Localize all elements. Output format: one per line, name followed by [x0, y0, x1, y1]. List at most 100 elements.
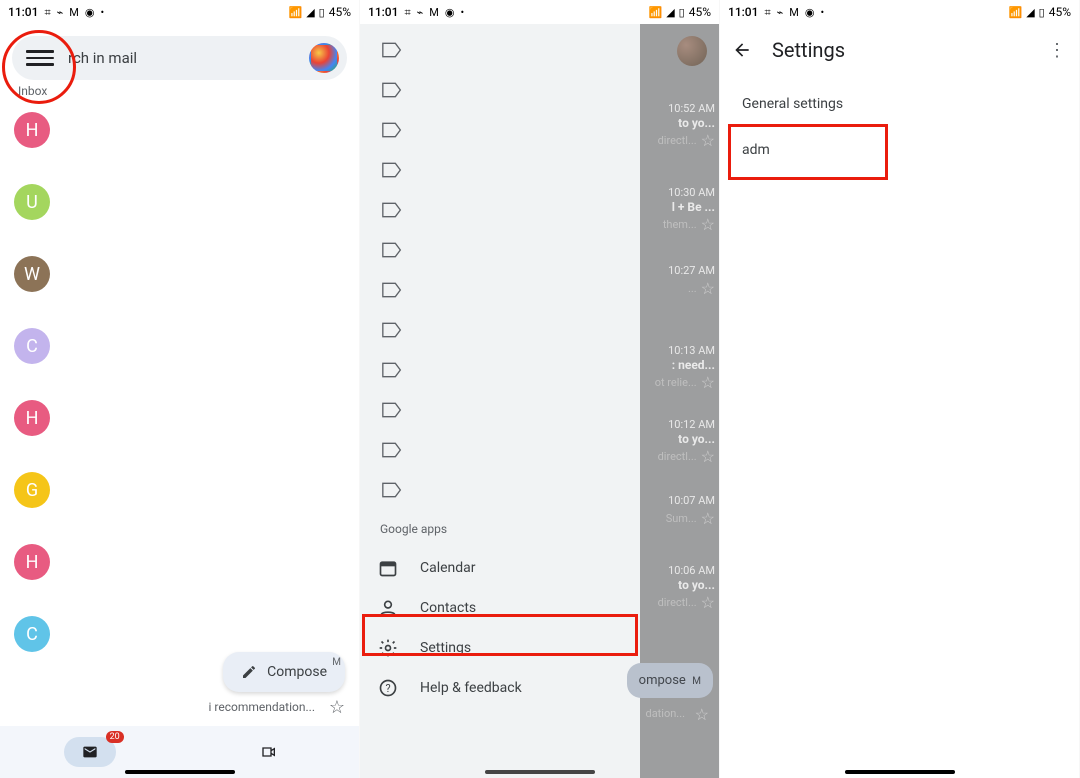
star-icon[interactable]: ☆: [701, 279, 715, 298]
star-icon[interactable]: ☆: [701, 509, 715, 528]
dot-icon: •: [461, 7, 465, 18]
label-icon[interactable]: [382, 242, 402, 258]
status-app-icons: ⌗ ⌁ M ◉ •: [764, 7, 824, 18]
gesture-bar: [845, 770, 955, 774]
gesture-bar: [125, 770, 235, 774]
settings-icon: [378, 638, 398, 658]
mail-peek: 10:13 AM: need...ot relie...☆: [655, 344, 715, 392]
svg-text:?: ?: [385, 682, 390, 695]
drawer-label: Contacts: [420, 600, 476, 616]
label-icon[interactable]: [382, 82, 402, 98]
account-avatar-peek: [677, 36, 707, 66]
signal-icon: ◢: [1026, 7, 1034, 18]
gmail-m-icon: M: [69, 7, 79, 18]
sender-avatar[interactable]: C: [14, 328, 50, 364]
sender-avatar[interactable]: G: [14, 472, 50, 508]
page-title: Settings: [772, 38, 845, 62]
star-icon[interactable]: ☆: [329, 697, 345, 718]
label-list: [360, 42, 640, 498]
star-icon[interactable]: ☆: [701, 215, 715, 234]
search-bar[interactable]: rch in mail: [12, 36, 347, 80]
compose-button[interactable]: Compose: [223, 652, 345, 692]
mail-peek: 10:30 AMl + Be ...them...☆: [663, 186, 715, 234]
drawer-item-settings[interactable]: Settings: [360, 628, 640, 668]
account-avatar[interactable]: [309, 43, 339, 73]
drawer-label: Calendar: [420, 560, 476, 576]
status-time: 11:01: [728, 5, 758, 19]
sender-avatar[interactable]: W: [14, 256, 50, 292]
battery-icon: ▯: [1039, 7, 1045, 18]
screen-drawer: 11:01 ⌗ ⌁ M ◉ • 📶 ◢ ▯ 45%: [360, 0, 720, 778]
drawer-item-contacts[interactable]: Contacts: [360, 588, 640, 628]
mail-tab[interactable]: 20: [64, 737, 116, 767]
dot-icon: •: [101, 7, 105, 18]
search-placeholder: rch in mail: [68, 49, 309, 67]
overflow-button[interactable]: ⋮: [1045, 40, 1069, 61]
maps-icon: ◉: [85, 7, 95, 18]
drawer-section-header: Google apps: [380, 522, 640, 536]
status-right: 📶 ◢ ▯ 45%: [1008, 5, 1071, 19]
label-icon[interactable]: [382, 482, 402, 498]
wifi-icon: 📶: [288, 7, 302, 18]
inbox-label: Inbox: [18, 84, 359, 98]
video-icon: [258, 744, 280, 760]
slack-icon: ⌗: [764, 7, 770, 18]
tab-marker: M: [332, 657, 341, 668]
compose-label: Compose: [267, 664, 327, 680]
label-icon[interactable]: [382, 362, 402, 378]
drawer-item-help[interactable]: ? Help & feedback: [360, 668, 640, 708]
status-app-icons: ⌗ ⌁ M ◉ •: [404, 7, 464, 18]
meet-tab[interactable]: [243, 737, 295, 767]
slack-icon: ⌗: [404, 7, 410, 18]
star-icon[interactable]: ☆: [701, 373, 715, 392]
gmail-m-icon: M: [789, 7, 799, 18]
hamburger-icon[interactable]: [26, 44, 54, 72]
status-time: 11:01: [8, 5, 38, 19]
mail-icon: [79, 744, 101, 760]
settings-item-account[interactable]: adm: [742, 142, 770, 158]
label-icon[interactable]: [382, 282, 402, 298]
gesture-bar: [485, 770, 595, 774]
sender-avatar[interactable]: C: [14, 616, 50, 652]
status-app-icons: ⌗ ⌁ M ◉ •: [44, 7, 104, 18]
arrow-left-icon: [732, 40, 752, 60]
status-bar: 11:01 ⌗ ⌁ M ◉ • 📶 ◢ ▯ 45%: [360, 0, 719, 24]
status-right: 📶 ◢ ▯ 45%: [288, 5, 351, 19]
pencil-icon: [241, 664, 257, 680]
wifi-icon: 📶: [1008, 7, 1022, 18]
star-icon[interactable]: ☆: [701, 131, 715, 150]
star-icon[interactable]: ☆: [695, 705, 709, 724]
label-icon[interactable]: [382, 322, 402, 338]
battery-text: 45%: [1049, 5, 1071, 19]
drawer-item-calendar[interactable]: Calendar: [360, 548, 640, 588]
settings-item-general[interactable]: General settings: [742, 86, 1057, 122]
nav-drawer: Google apps Calendar Contacts Settings ?…: [360, 24, 640, 778]
back-button[interactable]: [730, 38, 754, 62]
label-icon[interactable]: [382, 162, 402, 178]
sender-list: H U W C H G H C: [0, 104, 359, 652]
chat-icon: ⌁: [57, 7, 64, 18]
compose-peek[interactable]: ompose M: [627, 663, 713, 698]
drawer-label: Settings: [420, 640, 471, 656]
label-icon[interactable]: [382, 202, 402, 218]
sender-avatar[interactable]: H: [14, 400, 50, 436]
maps-icon: ◉: [445, 7, 455, 18]
star-icon[interactable]: ☆: [701, 593, 715, 612]
settings-topbar: Settings ⋮: [720, 24, 1079, 76]
label-icon[interactable]: [382, 42, 402, 58]
sender-avatar[interactable]: H: [14, 112, 50, 148]
calendar-icon: [378, 558, 398, 578]
signal-icon: ◢: [666, 7, 674, 18]
label-icon[interactable]: [382, 122, 402, 138]
label-icon[interactable]: [382, 442, 402, 458]
screen-inbox: 11:01 ⌗ ⌁ M ◉ • 📶 ◢ ▯ 45% rch in mail In…: [0, 0, 360, 778]
mail-peek: 10:07 AMSum...☆: [666, 494, 715, 528]
label-icon[interactable]: [382, 402, 402, 418]
sender-avatar[interactable]: H: [14, 544, 50, 580]
maps-icon: ◉: [805, 7, 815, 18]
sender-avatar[interactable]: U: [14, 184, 50, 220]
battery-text: 45%: [329, 5, 351, 19]
screen-settings: 11:01 ⌗ ⌁ M ◉ • 📶 ◢ ▯ 45% Settings ⋮ Gen…: [720, 0, 1080, 778]
star-icon[interactable]: ☆: [701, 447, 715, 466]
mail-snippet-peek: dation...: [645, 707, 685, 720]
